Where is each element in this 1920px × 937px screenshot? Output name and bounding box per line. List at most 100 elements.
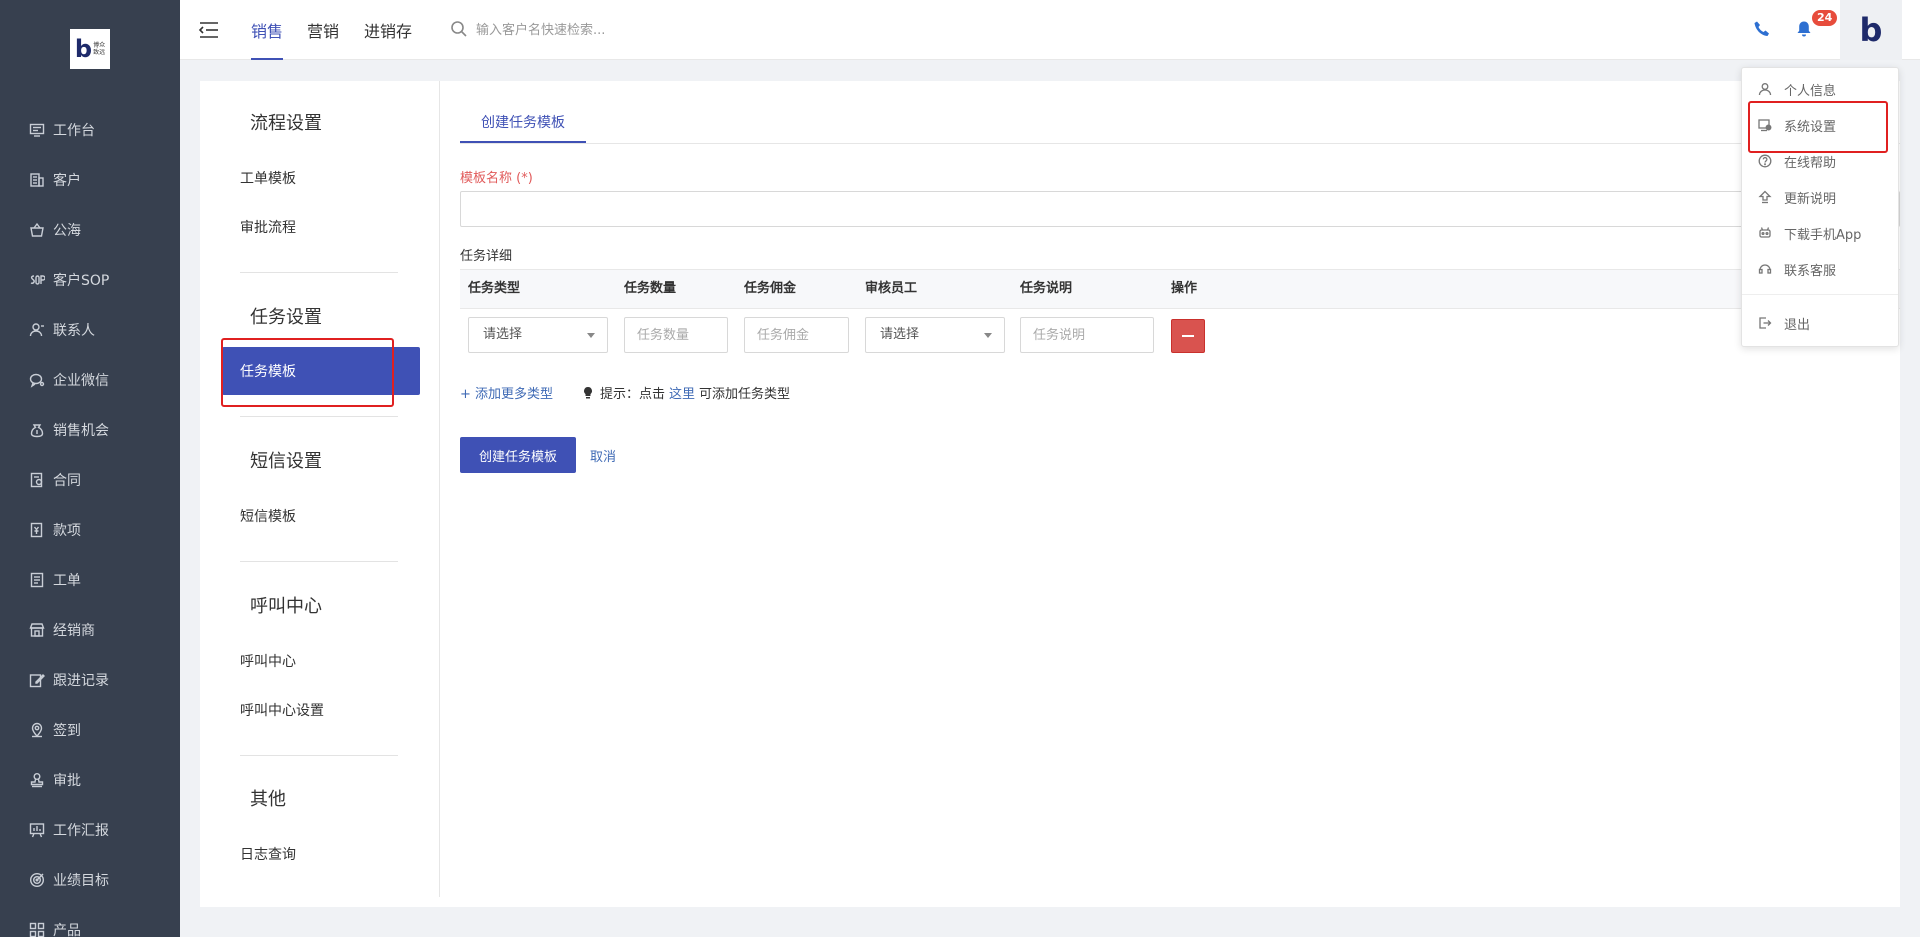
sidebar-item-label: 客户SOP <box>53 273 110 289</box>
payment-icon <box>28 521 46 539</box>
tab-sales[interactable]: 销售 <box>251 18 284 60</box>
create-task-template-button[interactable]: 创建任务模板 <box>460 437 576 473</box>
column-header: 任务数量 <box>624 281 677 296</box>
chevron-down-icon <box>587 333 595 338</box>
section-divider <box>240 755 398 756</box>
section-divider <box>240 561 398 562</box>
menu-item-label: 退出 <box>1784 317 1811 333</box>
hint-here-link[interactable]: 这里 <box>669 383 695 402</box>
settings-card: 流程设置 工单模板 审批流程 任务设置 任务模板 短信设置 短信模板 呼叫中心 … <box>200 81 1900 907</box>
menu-item-release-notes[interactable]: 更新说明 <box>1742 182 1898 212</box>
sidebar-item-followup[interactable]: 跟进记录 <box>0 655 180 705</box>
column-header: 任务类型 <box>468 281 521 296</box>
chevron-down-icon <box>984 333 992 338</box>
delete-row-button[interactable] <box>1171 319 1205 353</box>
settings-item-call-center[interactable]: 呼叫中心 <box>240 651 296 671</box>
menu-item-logout[interactable]: 退出 <box>1742 308 1898 338</box>
menu-divider <box>1742 294 1898 295</box>
template-name-input[interactable] <box>460 191 1900 227</box>
section-title-task: 任务设置 <box>250 307 322 328</box>
cancel-button[interactable]: 取消 <box>590 446 616 465</box>
sidebar-item-contacts[interactable]: 联系人 <box>0 305 180 355</box>
sidebar-item-performance[interactable]: 业绩目标 <box>0 855 180 905</box>
sidebar-item-ticket[interactable]: 工单 <box>0 555 180 605</box>
column-header: 任务说明 <box>1020 281 1073 296</box>
sidebar-item-label: 经销商 <box>53 623 95 639</box>
sidebar-item-product[interactable]: 产品 <box>0 905 180 937</box>
column-header: 审核员工 <box>865 281 918 296</box>
task-description-input[interactable] <box>1020 317 1154 353</box>
sidebar-item-opportunity[interactable]: 销售机会 <box>0 405 180 455</box>
chat-icon <box>28 371 46 389</box>
column-header: 操作 <box>1171 281 1198 296</box>
sidebar: b 博众 致远 工作台 客户 公海 客户SOP 联系人 企业微信 销售机会 合同… <box>0 0 180 937</box>
add-more-types-link[interactable]: + 添加更多类型 <box>460 383 553 402</box>
sidebar-item-contract[interactable]: 合同 <box>0 455 180 505</box>
settings-item-ticket-template[interactable]: 工单模板 <box>240 168 296 188</box>
sidebar-item-approval[interactable]: 审批 <box>0 755 180 805</box>
store-icon <box>28 621 46 639</box>
sidebar-item-wecom[interactable]: 企业微信 <box>0 355 180 405</box>
target-icon <box>28 871 46 889</box>
menu-item-online-help[interactable]: 在线帮助 <box>1742 146 1898 176</box>
task-detail-label: 任务详细 <box>460 249 513 264</box>
customer-search-input[interactable] <box>476 18 776 42</box>
sidebar-item-public-pool[interactable]: 公海 <box>0 205 180 255</box>
brand-logo[interactable]: b 博众 致远 <box>70 29 110 69</box>
contact-icon <box>28 321 46 339</box>
ticket-icon <box>28 571 46 589</box>
settings-item-approval-flow[interactable]: 审批流程 <box>240 217 296 237</box>
menu-item-contact-support[interactable]: 联系客服 <box>1742 254 1898 284</box>
headset-icon <box>1758 262 1772 276</box>
menu-item-download-app[interactable]: 下载手机App <box>1742 218 1898 248</box>
edit-icon <box>28 671 46 689</box>
sidebar-nav: 工作台 客户 公海 客户SOP 联系人 企业微信 销售机会 合同 款项 工单 经… <box>0 105 180 937</box>
section-divider <box>240 416 398 417</box>
sidebar-item-label: 合同 <box>53 473 81 489</box>
tab-divider <box>460 143 1900 144</box>
menu-item-profile[interactable]: 个人信息 <box>1742 74 1898 104</box>
section-divider <box>240 272 398 273</box>
task-commission-input[interactable] <box>744 317 849 353</box>
tab-inventory[interactable]: 进销存 <box>364 18 412 60</box>
column-header: 任务佣金 <box>744 281 797 296</box>
desktop-icon <box>28 121 46 139</box>
settings-item-call-center-settings[interactable]: 呼叫中心设置 <box>240 700 324 720</box>
sidebar-item-label: 工作汇报 <box>53 823 109 839</box>
sidebar-item-dealer[interactable]: 经销商 <box>0 605 180 655</box>
phone-icon[interactable] <box>1752 19 1772 39</box>
tab-create-task-template[interactable]: 创建任务模板 <box>460 103 586 143</box>
search-icon <box>450 20 468 38</box>
sidebar-item-payment[interactable]: 款项 <box>0 505 180 555</box>
sidebar-item-label: 签到 <box>53 723 81 739</box>
task-table-header: 任务类型 任务数量 任务佣金 审核员工 任务说明 操作 <box>460 269 1900 309</box>
sidebar-item-customer[interactable]: 客户 <box>0 155 180 205</box>
notification-badge: 24 <box>1812 10 1838 26</box>
menu-item-system-settings[interactable]: 系统设置 <box>1742 110 1898 140</box>
sidebar-item-workbench[interactable]: 工作台 <box>0 105 180 155</box>
hint-suffix: 可添加任务类型 <box>699 387 791 402</box>
settings-item-sms-template[interactable]: 短信模板 <box>240 506 296 526</box>
task-type-select[interactable]: 请选择 <box>468 317 608 353</box>
sidebar-item-work-report[interactable]: 工作汇报 <box>0 805 180 855</box>
building-icon <box>28 171 46 189</box>
bell-icon[interactable] <box>1794 19 1814 39</box>
user-avatar[interactable]: b <box>1840 0 1902 60</box>
minus-icon <box>1182 335 1194 337</box>
money-bag-icon <box>28 421 46 439</box>
task-quantity-input[interactable] <box>624 317 728 353</box>
stamp-icon <box>28 771 46 789</box>
report-icon <box>28 821 46 839</box>
settings-item-log-query[interactable]: 日志查询 <box>240 844 296 864</box>
sidebar-item-label: 工作台 <box>53 123 95 139</box>
reviewer-select[interactable]: 请选择 <box>865 317 1005 353</box>
settings-icon <box>1758 118 1772 132</box>
tab-marketing[interactable]: 营销 <box>307 18 339 60</box>
sidebar-item-checkin[interactable]: 签到 <box>0 705 180 755</box>
section-title-process: 流程设置 <box>250 113 322 134</box>
sidebar-item-label: 销售机会 <box>53 423 109 439</box>
menu-toggle-icon[interactable] <box>198 20 220 40</box>
sidebar-item-customer-sop[interactable]: 客户SOP <box>0 255 180 305</box>
settings-item-task-template[interactable]: 任务模板 <box>222 347 420 395</box>
sidebar-item-label: 审批 <box>53 773 81 789</box>
